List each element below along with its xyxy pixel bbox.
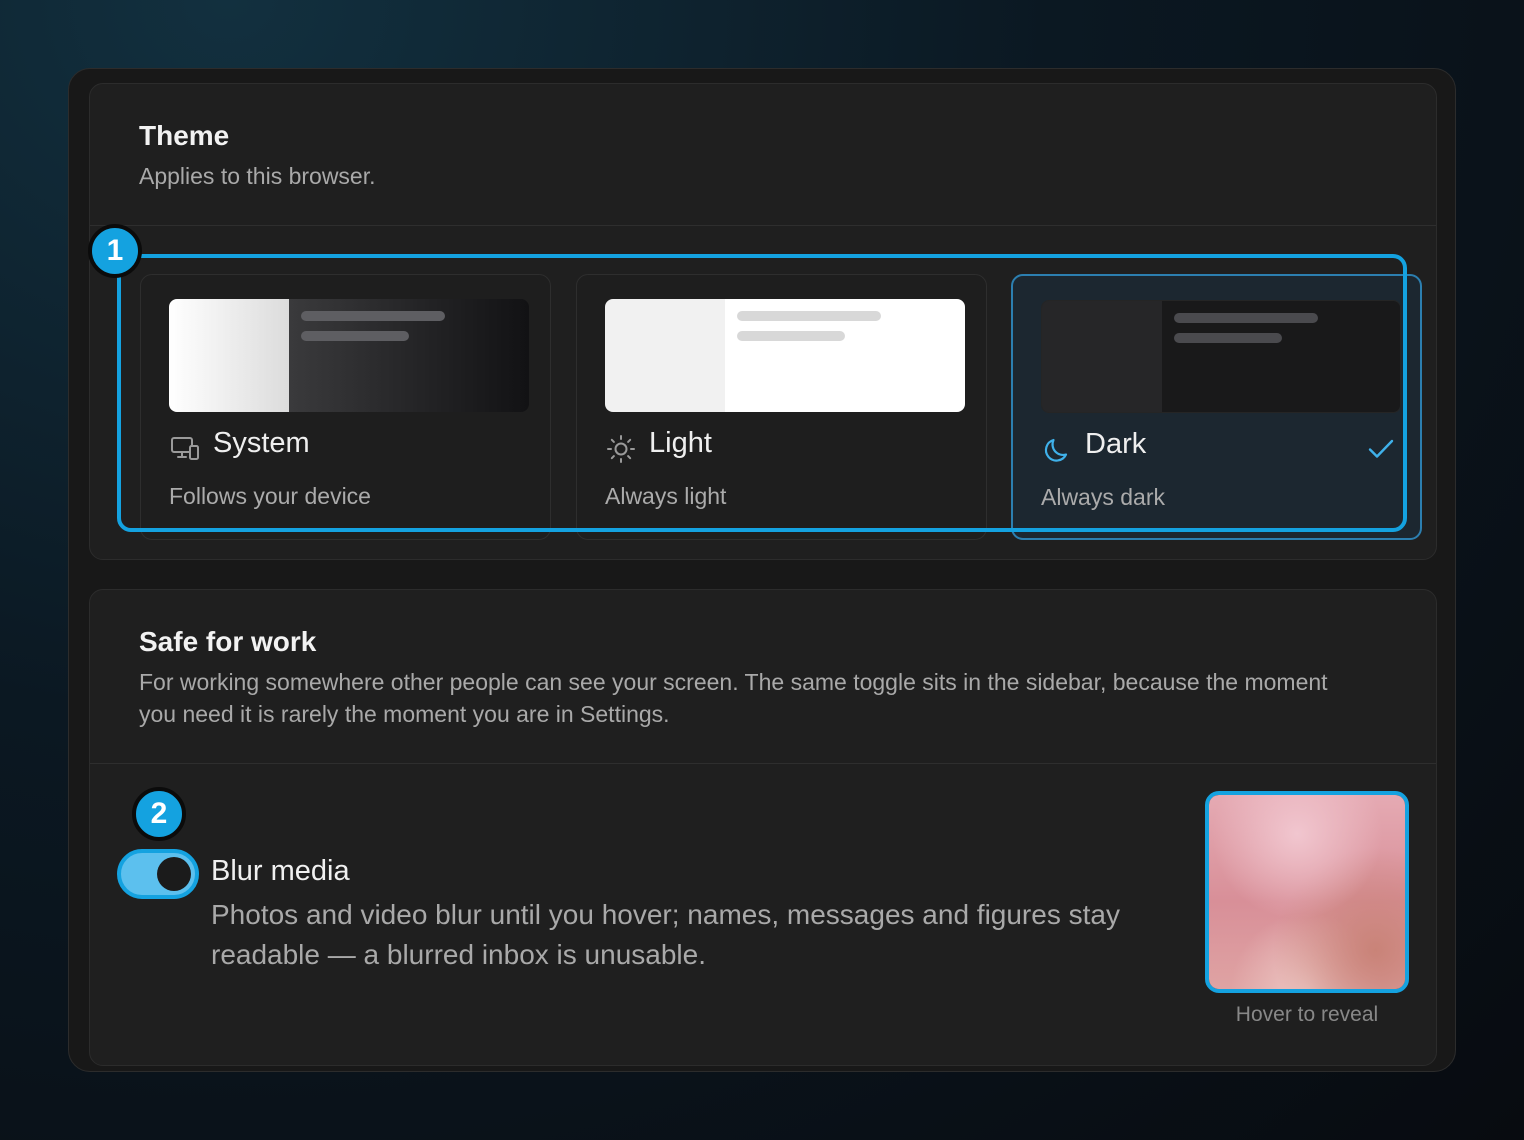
- dark-label: Dark: [1085, 428, 1147, 460]
- theme-subtitle: Applies to this browser.: [139, 163, 376, 189]
- blur-media-toggle[interactable]: [117, 849, 199, 899]
- system-label: System: [213, 427, 310, 459]
- step-badge-1: 1: [88, 224, 142, 278]
- safe-for-work-header: Safe for work For working somewhere othe…: [90, 590, 1436, 764]
- light-theme-preview: [605, 299, 965, 412]
- theme-option-dark[interactable]: Dark Always dark: [1011, 274, 1422, 540]
- checkmark-icon: [1368, 439, 1394, 458]
- system-theme-preview: [169, 299, 529, 412]
- theme-section: Theme Applies to this browser. System Fo…: [89, 83, 1437, 560]
- dark-description: Always dark: [1041, 484, 1165, 510]
- toggle-knob: [157, 857, 191, 891]
- light-description: Always light: [605, 483, 727, 509]
- settings-panel: Theme Applies to this browser. System Fo…: [68, 68, 1456, 1072]
- sun-icon: [607, 435, 635, 463]
- step-badge-2: 2: [132, 787, 186, 841]
- blur-media-description: Photos and video blur until you hover; n…: [211, 899, 1120, 970]
- system-description: Follows your device: [169, 483, 371, 509]
- theme-option-light[interactable]: Light Always light: [576, 274, 987, 540]
- monitor-icon: [171, 437, 199, 460]
- theme-title: Theme: [139, 120, 230, 151]
- light-label: Light: [649, 427, 712, 459]
- blurred-media-preview[interactable]: [1205, 791, 1409, 993]
- safe-for-work-title: Safe for work: [139, 626, 317, 657]
- dark-theme-preview: [1041, 300, 1401, 413]
- blur-media-label: Blur media: [211, 855, 350, 887]
- theme-option-system[interactable]: System Follows your device: [140, 274, 551, 540]
- safe-for-work-subtitle: For working somewhere other people can s…: [139, 669, 1328, 727]
- blurred-image: [1209, 795, 1405, 989]
- moon-icon: [1044, 438, 1068, 462]
- hover-to-reveal-caption: Hover to reveal: [1235, 1003, 1379, 1026]
- theme-header: Theme Applies to this browser.: [90, 84, 1436, 226]
